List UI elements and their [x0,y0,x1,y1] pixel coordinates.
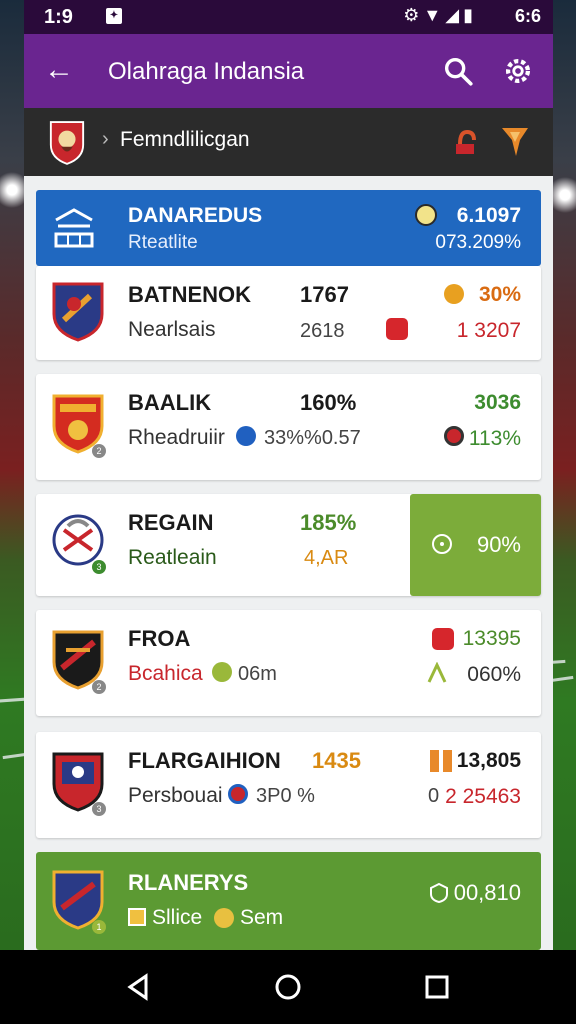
team-stat-2: 33%%0.57 [264,427,361,449]
team-subtitle: Rheadruiir [128,426,225,449]
status-time: 1:9 [44,6,73,28]
ball-icon [415,204,437,226]
team-value-1: 30% [478,283,521,306]
team-value-1: 13,805 [456,749,521,772]
team-name: FROA [128,626,191,651]
target-icon [432,534,452,554]
ball-icon [228,784,248,804]
team-name: BATNENOK [128,282,252,307]
team-name: FLARGAIHION [128,748,281,773]
team-stat-1: 1435 [312,748,361,773]
ball-icon [214,908,234,928]
back-nav-icon[interactable] [124,972,154,1002]
highlight-value-box[interactable]: 90% [410,494,541,596]
featured-value-1: 6.1097 [456,204,521,227]
coin-icon [444,284,464,304]
navigation-bar [0,950,576,1024]
featured-team-card[interactable]: DANAREDUS Rteatlite 6.1097 073.209% [36,190,541,266]
team-row[interactable]: 2 FROA Bcahica 06m 13395 060% [36,610,541,716]
shield-icon [430,882,448,904]
home-nav-icon[interactable] [273,972,303,1002]
team-value-1: 3036 [474,391,521,414]
league-name: Femndlilicgan [120,128,250,151]
team-row[interactable]: 1 RLANERYS Sllice Sem 00,810 [36,852,541,950]
team-row[interactable]: 3 FLARGAIHION Persbouai 1435 3P0 % 13,80… [36,732,541,838]
trophy-icon[interactable] [500,124,530,158]
team-value-2: 113% [468,427,521,450]
team-stat-2: 3P0 % [256,785,315,807]
team-stat-2: 06m [238,663,277,685]
rank-badge: 2 [92,444,106,458]
team-subtitle: Bcahica [128,662,203,685]
team-row[interactable]: 2 BAALIK Rheadruiir 160% 33%%0.57 3036 1… [36,374,541,480]
trend-icon [427,662,447,683]
team-value-2: 060% [467,663,521,686]
rank-badge: 3 [92,802,106,816]
league-crest-icon [49,121,85,165]
status-icons: ⚙▼◢▮ [403,5,477,25]
team-subtitle: Reatleain [128,546,217,569]
status-right-text: 6:6 [514,6,541,26]
flag-icon [128,908,146,926]
team-subtitle: Persbouai [128,784,223,807]
highlight-value: 90% [476,532,521,557]
team-stat-1: 185% [300,510,357,535]
team-value-prefix: 0 [428,785,440,807]
team-name: BAALIK [128,390,212,415]
team-stat-1: 1767 [300,282,349,307]
rank-badge: 2 [92,680,106,694]
rank-badge: 1 [92,920,106,934]
ball-icon [212,662,232,682]
team-value-2: 1 3207 [456,319,521,342]
team-stat-2: 2618 [300,320,345,342]
team-name: RLANERYS [128,870,249,895]
back-arrow-icon[interactable]: ← [44,52,74,88]
team-crest-icon [52,282,104,342]
team-stat-2: Sem [240,906,284,929]
team-stat-2: 4,AR [304,547,349,569]
notification-icon: ✦ [106,8,122,24]
gear-icon[interactable] [501,54,535,88]
chevron-right-icon: › [102,128,109,150]
league-bar[interactable]: › Femndlilicgan [24,108,553,176]
featured-value-2: 073.209% [435,232,521,253]
app-bar: ← Olahraga Indansia [24,34,553,108]
featured-team-subtitle: Rteatlite [128,232,198,253]
app-title: Olahraga Indansia [108,58,305,85]
team-name: REGAIN [128,510,214,535]
ball-icon [444,426,464,446]
red-card-icon [386,318,408,340]
recents-nav-icon[interactable] [422,972,452,1002]
team-row[interactable]: BATNENOK Nearlsais 1767 2618 30% 1 3207 [36,266,541,360]
rank-badge: 3 [92,560,106,574]
stats-bar-icon [430,750,452,772]
ball-icon [236,426,256,446]
featured-team-name: DANAREDUS [128,204,263,227]
team-subtitle: Sllice [152,906,203,929]
status-bar: 1:9 ✦ ⚙▼◢▮ 6:6 [24,0,553,34]
red-card-icon [432,628,454,650]
team-value-1: 13395 [462,627,521,650]
team-value-1: 00,810 [453,880,521,905]
stadium-logo-icon [54,208,94,248]
fire-alert-icon[interactable] [452,126,482,158]
team-stat-1: 160% [300,390,357,415]
team-value-2: 2 25463 [445,785,521,808]
team-subtitle: Nearlsais [128,318,216,341]
search-icon[interactable] [441,54,475,88]
